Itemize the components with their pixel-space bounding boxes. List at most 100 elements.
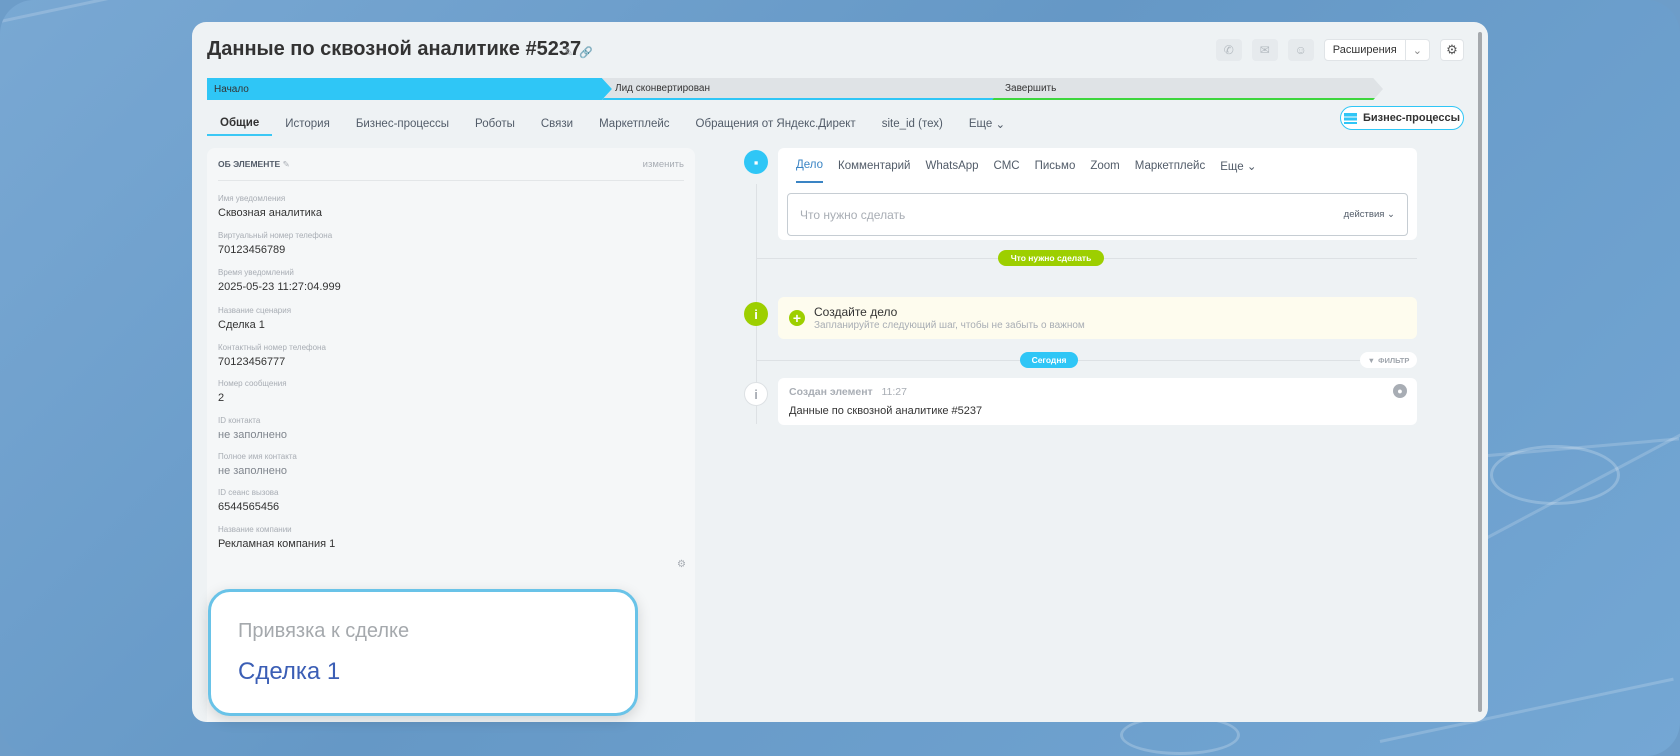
deal-link[interactable]: Сделка 1	[238, 658, 340, 686]
field-call-session-id: ID сеанс вызова 6544565456	[218, 488, 279, 513]
field-contact-id: ID контакта не заполнено	[218, 416, 287, 441]
field-label: ID сеанс вызова	[218, 488, 279, 497]
created-element-card: Создан элемент 11:27 Данные по сквозной …	[778, 378, 1417, 425]
tab-yandex-direct[interactable]: Обращения от Яндекс.Директ	[683, 112, 869, 136]
activity-tab-more-label: Еще	[1220, 160, 1244, 173]
field-value: 2	[218, 392, 225, 404]
field-value: 70123456789	[218, 244, 286, 256]
plus-icon: +	[789, 310, 805, 326]
divider	[756, 360, 1417, 361]
activity-tab-sms[interactable]: СМС	[994, 160, 1020, 172]
about-title: ОБ ЭЛЕМЕНТЕ	[218, 159, 281, 169]
edit-link[interactable]: изменить	[643, 159, 684, 180]
stage-finish[interactable]: Завершить	[992, 78, 1383, 100]
field-value: Сквозная аналитика	[218, 207, 322, 219]
about-header: ОБ ЭЛЕМЕНТЕ ✎ изменить	[218, 159, 684, 181]
extensions-label: Расширения	[1332, 44, 1397, 56]
activity-tab-marketplace[interactable]: Маркетплейс	[1135, 160, 1205, 172]
business-processes-button[interactable]: Бизнес-процессы	[1340, 106, 1464, 130]
title-actions: ✎ 🔗	[564, 46, 593, 59]
tab-site-id[interactable]: site_id (тех)	[869, 112, 956, 136]
gear-icon[interactable]: ⚙	[1440, 39, 1464, 61]
tab-general[interactable]: Общие	[207, 112, 273, 136]
gear-icon[interactable]: ⚙	[677, 559, 686, 570]
field-notification-time: Время уведомлений 2025-05-23 11:27:04.99…	[218, 268, 341, 293]
stage-converted[interactable]: Лид сконвертирован	[602, 78, 1007, 100]
create-task-card[interactable]: + Создайте дело Запланируйте следующий ш…	[778, 297, 1417, 339]
field-value: 70123456777	[218, 356, 286, 368]
actions-dropdown[interactable]: действия ⌄	[1344, 209, 1395, 220]
scrollbar[interactable]	[1478, 32, 1482, 712]
field-label: Название компании	[218, 525, 292, 534]
create-task-title: Создайте дело	[814, 305, 898, 319]
chevron-down-icon: ⌄	[995, 119, 1006, 131]
filter-icon: ▼	[1367, 355, 1376, 365]
created-title-row: Создан элемент 11:27	[789, 386, 907, 398]
field-value: Сделка 1	[218, 319, 265, 331]
tab-history[interactable]: История	[272, 112, 343, 136]
field-label: ID контакта	[218, 416, 261, 425]
activity-tab-email[interactable]: Письмо	[1035, 160, 1076, 172]
mail-icon[interactable]: ✉	[1251, 39, 1278, 61]
field-label: Номер сообщения	[218, 379, 287, 388]
field-scenario-name: Название сценария Сделка 1	[218, 306, 291, 331]
field-label: Время уведомлений	[218, 268, 294, 277]
link-icon[interactable]: 🔗	[579, 46, 593, 59]
filter-button[interactable]: ▼ ФИЛЬТР	[1360, 352, 1417, 368]
created-text: Данные по сквозной аналитике #5237	[789, 405, 983, 417]
chevron-down-icon: ⌄	[1246, 160, 1257, 173]
tab-marketplace[interactable]: Маркетплейс	[586, 112, 682, 136]
tab-business-processes[interactable]: Бизнес-процессы	[343, 112, 462, 136]
today-pill: Сегодня	[1020, 352, 1078, 368]
deal-binding-popup: Привязка к сделке Сделка 1	[208, 589, 638, 716]
activity-tab-comment[interactable]: Комментарий	[838, 160, 910, 172]
field-value: 6544565456	[218, 501, 280, 513]
field-contact-full-name: Полное имя контакта не заполнено	[218, 452, 297, 477]
field-value: Рекламная компания 1	[218, 538, 336, 550]
activity-tab-more[interactable]: Еще ⌄	[1220, 159, 1256, 173]
created-title: Создан элемент	[789, 386, 873, 398]
activity-tabs: Дело Комментарий WhatsApp СМС Письмо Zoo…	[796, 148, 1256, 183]
info-icon: i	[744, 382, 768, 406]
field-label: Контактный номер телефона	[218, 343, 326, 352]
chat-icon[interactable]: ☺	[1287, 39, 1314, 61]
field-notification-name: Имя уведомления Сквозная аналитика	[218, 194, 322, 219]
create-task-subtitle: Запланируйте следующий шаг, чтобы не заб…	[814, 320, 1085, 331]
todo-pill: Что нужно сделать	[998, 250, 1104, 266]
field-value: не заполнено	[218, 465, 288, 477]
pencil-icon[interactable]: ✎	[283, 159, 290, 169]
field-virtual-phone: Виртуальный номер телефона 70123456789	[218, 231, 332, 256]
activity-tab-zoom[interactable]: Zoom	[1090, 160, 1119, 172]
field-label: Имя уведомления	[218, 194, 286, 203]
filter-label: ФИЛЬТР	[1378, 355, 1410, 365]
field-label: Полное имя контакта	[218, 452, 297, 461]
chevron-down-icon: ⌄	[1387, 209, 1395, 220]
user-icon[interactable]: ●	[1393, 384, 1407, 398]
stage-start[interactable]: Начало	[207, 78, 612, 100]
field-value: 2025-05-23 11:27:04.999	[218, 281, 341, 293]
field-contact-phone: Контактный номер телефона 70123456777	[218, 343, 326, 368]
field-value: не заполнено	[218, 429, 288, 441]
main-tabs: Общие История Бизнес-процессы Роботы Свя…	[207, 112, 1018, 136]
business-processes-label: Бизнес-процессы	[1363, 112, 1460, 124]
activity-tab-whatsapp[interactable]: WhatsApp	[925, 160, 978, 172]
tab-robots[interactable]: Роботы	[462, 112, 528, 136]
task-input[interactable]: Что нужно сделать действия ⌄	[787, 193, 1408, 236]
field-label: Виртуальный номер телефона	[218, 231, 333, 240]
pencil-icon[interactable]: ✎	[564, 46, 573, 59]
comment-icon: ▪	[744, 150, 768, 174]
tab-more-label: Еще	[968, 118, 993, 130]
popup-label: Привязка к сделке	[238, 620, 410, 642]
activity-editor: Дело Комментарий WhatsApp СМС Письмо Zoo…	[778, 148, 1417, 240]
header-toolbar: ✆ ✉ ☺ Расширения ⌄ ⚙	[1215, 39, 1464, 61]
phone-icon[interactable]: ✆	[1215, 39, 1242, 61]
chevron-down-icon: ⌄	[1404, 40, 1429, 60]
extensions-button[interactable]: Расширения ⌄	[1323, 39, 1430, 61]
created-time: 11:27	[881, 386, 907, 398]
field-message-number: Номер сообщения 2	[218, 379, 287, 404]
tab-more[interactable]: Еще ⌄	[956, 112, 1018, 136]
activity-tab-task[interactable]: Дело	[796, 148, 824, 183]
info-icon: i	[744, 302, 768, 326]
field-label: Название сценария	[218, 306, 292, 315]
tab-links[interactable]: Связи	[528, 112, 586, 136]
